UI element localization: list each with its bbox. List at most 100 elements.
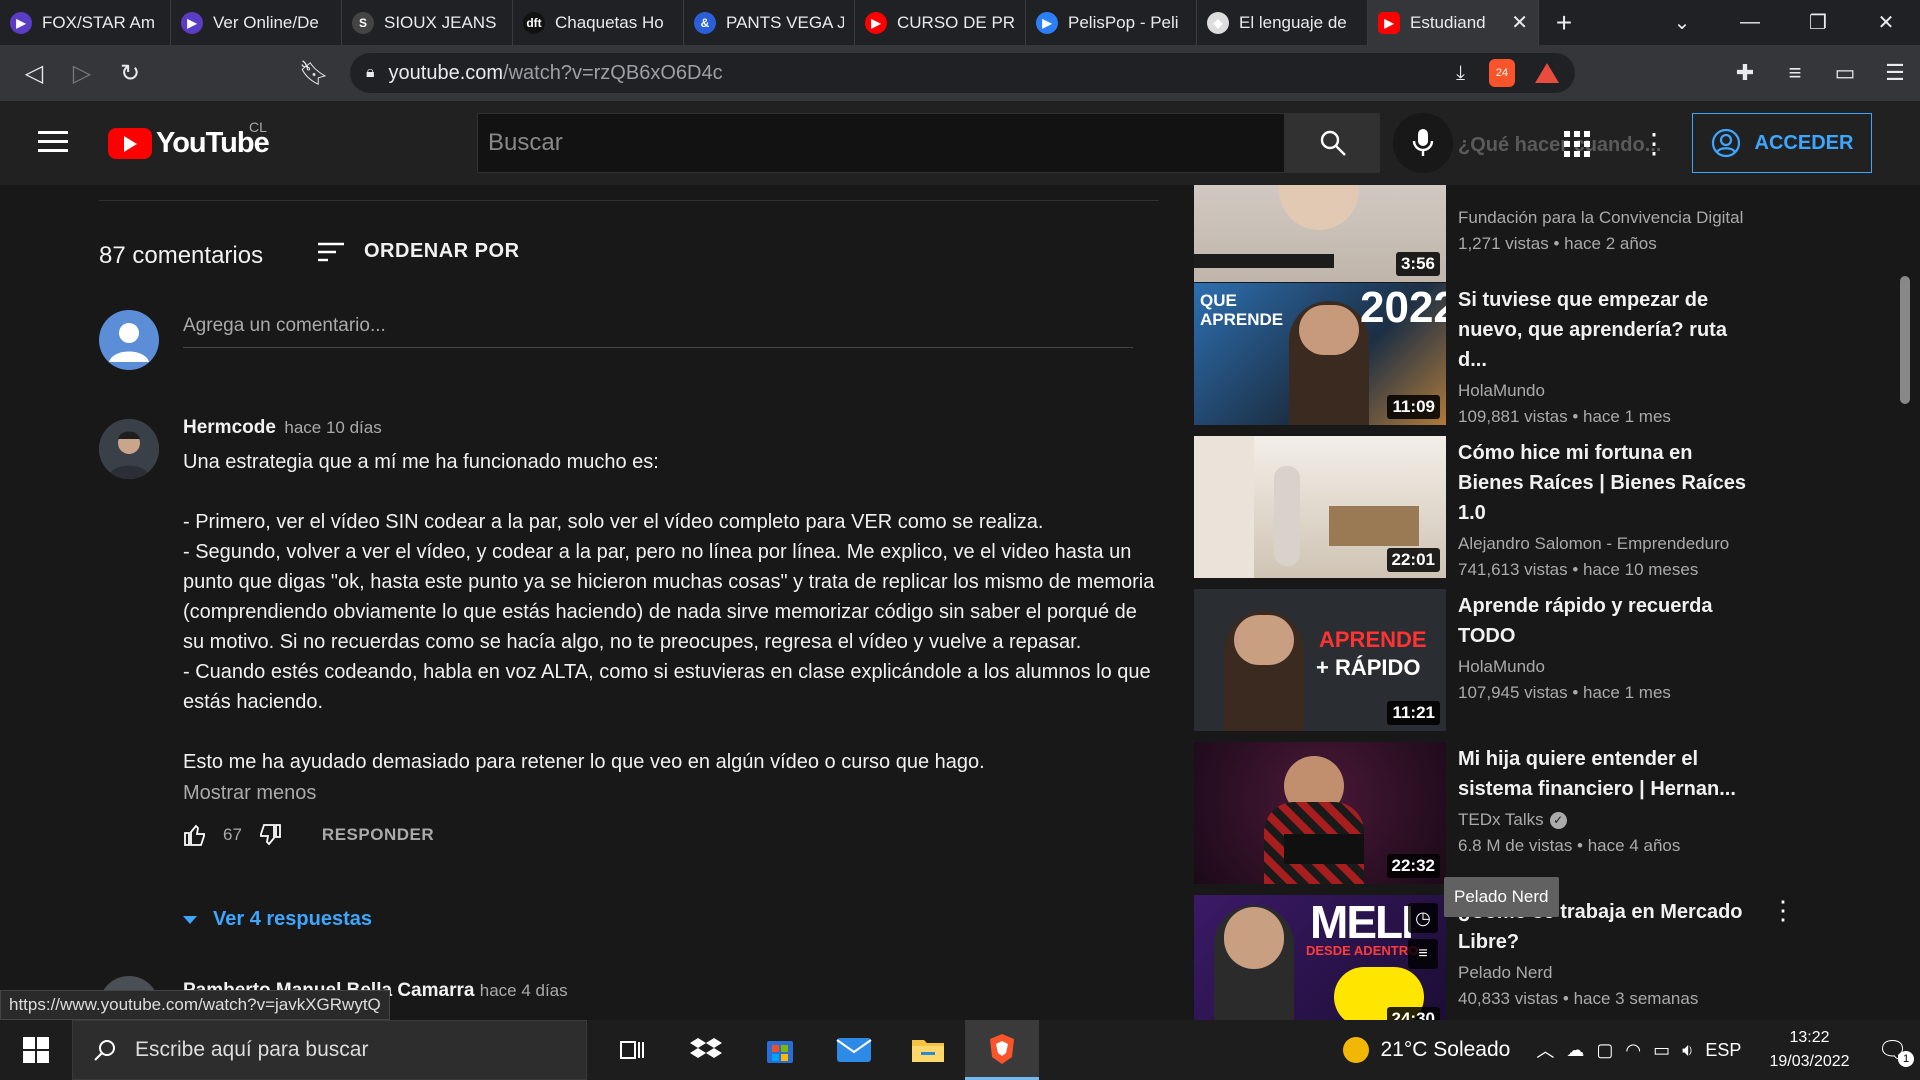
microsoft-store-icon[interactable] <box>743 1020 817 1080</box>
apps-grid-icon[interactable] <box>1562 129 1592 159</box>
browser-tab[interactable]: ◈ El lenguaje de <box>1197 0 1368 45</box>
browser-tab[interactable]: ▶ Ver Online/De <box>171 0 342 45</box>
rec-channel[interactable]: Alejandro Salomon - Emprendeduro <box>1458 534 1754 554</box>
address-bar[interactable]: 🔒︎ youtube.com/watch?v=rzQB6xO6D4c ⤓ 24 <box>350 53 1575 93</box>
forward-button[interactable]: ▷ <box>58 49 106 97</box>
weather-widget[interactable]: 21°C Soleado <box>1342 1037 1510 1063</box>
rec-thumbnail[interactable]: MELI DESDE ADENTRO ◷ ≡ 24:30 <box>1194 895 1446 1020</box>
rec-channel[interactable]: Pelado Nerd <box>1458 963 1754 983</box>
tab-title: FOX/STAR Am <box>42 12 156 32</box>
clock-time: 13:22 <box>1789 1029 1830 1046</box>
mail-icon[interactable] <box>817 1020 891 1080</box>
browser-tab[interactable]: ▶ FOX/STAR Am <box>0 0 171 45</box>
rec-channel[interactable]: HolaMundo <box>1458 381 1754 401</box>
input-language[interactable]: ESP <box>1705 1040 1741 1061</box>
browser-tab[interactable]: S SIOUX JEANS <box>342 0 513 45</box>
close-tab-icon[interactable]: ✕ <box>1511 10 1528 35</box>
brave-shields-icon[interactable]: 24 <box>1489 59 1515 87</box>
volume-icon[interactable]: 🔉︎ <box>1682 1040 1693 1061</box>
task-view-icon[interactable] <box>595 1020 669 1080</box>
comment-time[interactable]: hace 10 días <box>284 418 381 437</box>
new-tab-button[interactable]: + <box>1539 0 1589 45</box>
wifi-icon[interactable]: ◠ <box>1625 1040 1641 1061</box>
rec-channel[interactable]: Fundación para la Convivencia Digital <box>1458 208 1754 228</box>
browser-tabstrip: ▶ FOX/STAR Am ▶ Ver Online/De S SIOUX JEANS df… <box>0 0 1920 45</box>
show-less-button[interactable]: Mostrar menos <box>183 782 1163 805</box>
guide-menu-icon[interactable] <box>38 125 68 161</box>
search-icon <box>1320 130 1346 156</box>
scrollbar-thumb[interactable] <box>1900 276 1910 404</box>
browser-tab[interactable]: ▶ PelisPop - Peli <box>1026 0 1197 45</box>
sign-in-button[interactable]: ACCEDER <box>1692 113 1872 173</box>
clock[interactable]: 13:22 19/03/2022 <box>1769 1026 1849 1074</box>
dropbox-icon[interactable] <box>669 1020 743 1080</box>
rec-channel[interactable]: HolaMundo <box>1458 657 1754 677</box>
extensions-icon[interactable]: ✚ <box>1720 45 1770 101</box>
commenter-avatar[interactable] <box>99 419 159 479</box>
comment-author[interactable]: Hermcode <box>183 417 276 438</box>
search-placeholder: Buscar <box>488 129 563 156</box>
thumb-year: 2022 <box>1360 283 1446 332</box>
rec-thumbnail[interactable]: 22:32 <box>1194 742 1446 884</box>
back-button[interactable]: ◁ <box>10 49 58 97</box>
restore-button[interactable]: ❐ <box>1784 0 1852 45</box>
dislike-icon[interactable] <box>258 823 282 847</box>
rec-thumbnail[interactable]: APRENDE + RÁPIDO 11:21 <box>1194 589 1446 731</box>
install-app-icon[interactable]: ⤓ <box>1456 62 1465 85</box>
rec-item[interactable]: 22:01 Cómo hice mi fortuna en Bienes Raí… <box>1194 436 1754 580</box>
notification-icon[interactable]: 🗨︎ 1 <box>1878 1036 1914 1067</box>
meet-now-icon[interactable]: ▢ <box>1596 1040 1613 1061</box>
brave-rewards-icon[interactable] <box>1535 63 1559 83</box>
browser-tab[interactable]: ▶ CURSO DE PR <box>855 0 1026 45</box>
add-comment-input[interactable]: Agrega un comentario... <box>183 315 1133 348</box>
onedrive-icon[interactable]: ☁︎ <box>1566 1040 1584 1061</box>
rec-item[interactable]: QUE APRENDE 2022 11:09 Si tuviese que em… <box>1194 283 1754 426</box>
search-button[interactable] <box>1285 113 1380 173</box>
rec-thumbnail[interactable]: 22:01 <box>1194 436 1446 578</box>
battery-icon[interactable]: ▭ <box>1653 1040 1670 1061</box>
active-tab[interactable]: ▶ Estudiand ✕ <box>1368 0 1539 45</box>
playlist-icon[interactable]: ≡ <box>1770 45 1820 101</box>
rec-meta: Cómo hice mi fortuna en Bienes Raíces | … <box>1458 438 1754 580</box>
youtube-logo[interactable]: YouTube CL <box>108 119 270 160</box>
tab-search-chevron-icon[interactable]: ⌄ <box>1648 0 1716 45</box>
sort-icon <box>318 242 344 261</box>
voice-search-button[interactable] <box>1393 113 1453 173</box>
rec-item[interactable]: 3:56 Fundación para la Convivencia Digit… <box>1194 185 1754 282</box>
rec-title: Cómo hice mi fortuna en Bienes Raíces | … <box>1458 442 1746 524</box>
next-comment-time[interactable]: hace 4 días <box>480 981 568 1000</box>
like-icon[interactable] <box>183 823 207 847</box>
rec-item[interactable]: APRENDE + RÁPIDO 11:21 Aprende rápido y … <box>1194 589 1754 731</box>
url-path: /watch?v=rzQB6xO6D4c <box>503 61 723 84</box>
settings-kebab-icon[interactable]: ⋮ <box>1640 127 1668 160</box>
bookmark-icon[interactable]: 🔖︎ <box>290 49 338 97</box>
close-window-button[interactable]: ✕ <box>1852 0 1920 45</box>
rec-thumbnail[interactable]: 3:56 <box>1194 185 1446 282</box>
watch-later-icon[interactable]: ◷ <box>1408 903 1438 933</box>
taskbar-search[interactable]: Escribe aquí para buscar <box>72 1020 587 1080</box>
window-controls: ⌄ — ❐ ✕ <box>1648 0 1920 45</box>
rec-channel[interactable]: TEDx Talks ✓ <box>1458 810 1754 830</box>
rec-menu-kebab-icon[interactable]: ⋮ <box>1770 895 1796 926</box>
minimize-button[interactable]: — <box>1716 0 1784 45</box>
start-button[interactable] <box>0 1020 72 1080</box>
notification-count: 1 <box>1898 1050 1914 1067</box>
brave-browser-icon[interactable] <box>965 1020 1039 1080</box>
rec-thumbnail[interactable]: QUE APRENDE 2022 11:09 <box>1194 283 1446 425</box>
channel-tooltip: Pelado Nerd <box>1444 877 1559 917</box>
wallet-icon[interactable]: ▭ <box>1820 45 1870 101</box>
sort-button[interactable]: ORDENAR POR <box>318 240 520 263</box>
search-input[interactable]: Buscar <box>477 113 1285 173</box>
rec-item[interactable]: 22:32 Mi hija quiere entender el sistema… <box>1194 742 1754 884</box>
thumb-text-2: DESDE ADENTRO <box>1306 943 1419 958</box>
reply-button[interactable]: RESPONDER <box>322 825 434 845</box>
view-replies-button[interactable]: Ver 4 respuestas <box>183 908 372 931</box>
browser-tab[interactable]: dft Chaquetas Ho <box>513 0 684 45</box>
file-explorer-icon[interactable] <box>891 1020 965 1080</box>
menu-icon[interactable]: ☰ <box>1870 45 1920 101</box>
show-hidden-icons-chevron-icon[interactable]: ︿ <box>1536 1037 1554 1063</box>
browser-tab[interactable]: & PANTS VEGA J <box>684 0 855 45</box>
caret-down-icon <box>183 915 197 924</box>
reload-button[interactable]: ↻ <box>106 49 154 97</box>
add-to-queue-icon[interactable]: ≡ <box>1408 939 1438 969</box>
